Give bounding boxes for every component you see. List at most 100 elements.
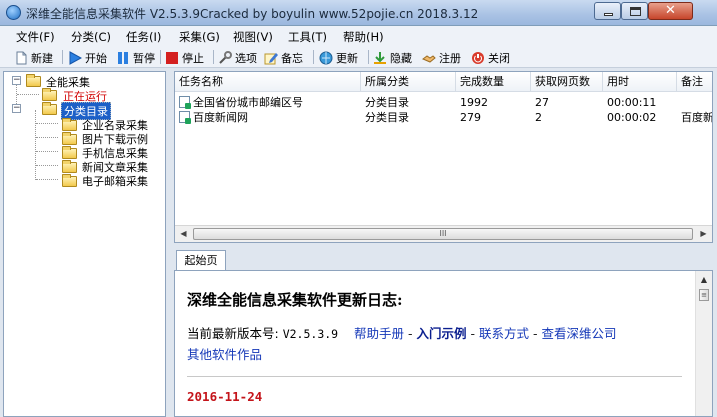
toolbar-separator	[160, 50, 161, 64]
tree-collapse-toggle[interactable]: −	[12, 76, 21, 85]
toolbar-separator	[62, 50, 63, 64]
maximize-icon	[630, 7, 641, 16]
menu-tools[interactable]: 工具(T)	[288, 29, 327, 45]
tree-connector	[36, 123, 58, 124]
task-pages-cell: 2	[535, 111, 542, 124]
tree-connector	[36, 151, 58, 152]
tree-connector	[35, 110, 36, 180]
folder-icon	[62, 132, 77, 145]
close-window-button[interactable]: ✕	[648, 2, 693, 20]
update-label: 更新	[336, 51, 358, 65]
minimize-button[interactable]	[594, 2, 621, 20]
task-category-cell: 分类目录	[365, 96, 409, 109]
task-done-cell: 279	[460, 111, 481, 124]
play-icon	[68, 50, 83, 65]
divider	[187, 376, 682, 377]
toolbar-separator	[313, 50, 314, 64]
scroll-thumb[interactable]: III	[193, 228, 693, 240]
task-table: 任务名称 所属分类 完成数量 获取网页数 用时 备注 全国省份城市邮编区号 分类…	[174, 71, 713, 243]
column-header-note[interactable]: 备注	[677, 72, 712, 92]
start-label: 开始	[85, 51, 107, 65]
pause-label: 暂停	[133, 51, 155, 65]
scroll-thumb[interactable]: ≡	[699, 289, 709, 301]
start-button[interactable]: 开始	[68, 49, 107, 66]
menu-help[interactable]: 帮助(H)	[343, 29, 384, 45]
hide-download-icon	[373, 51, 387, 65]
help-manual-link[interactable]: 帮助手册	[354, 326, 404, 341]
app-logo-icon	[6, 5, 21, 20]
start-page-content: 深维全能信息采集软件更新日志: 当前最新版本号: V2.5.3.9 帮助手册 -…	[174, 270, 713, 417]
scroll-left-icon[interactable]: ◀	[175, 226, 192, 242]
close-app-button[interactable]: 关闭	[471, 49, 510, 66]
stop-label: 停止	[182, 51, 204, 65]
register-label: 注册	[439, 51, 461, 65]
task-name-cell: 全国省份城市邮编区号	[193, 96, 303, 109]
task-pages-cell: 27	[535, 96, 549, 109]
task-category-cell: 分类目录	[365, 111, 409, 124]
tree-item-child[interactable]: 电子邮箱采集	[82, 173, 148, 189]
tree-connector	[36, 137, 58, 138]
contact-link[interactable]: 联系方式	[479, 326, 529, 341]
menu-view[interactable]: 视图(V)	[233, 29, 273, 45]
tree-collapse-toggle[interactable]: −	[12, 104, 21, 113]
update-globe-icon	[319, 51, 333, 65]
task-note-cell	[677, 95, 712, 110]
toolbar: 新建 开始 暂停 停止 选项 备忘 更新 隐藏 注册 关闭	[0, 46, 717, 68]
menu-bar: 文件(F) 分类(C) 任务(I) 采集(G) 视图(V) 工具(T) 帮助(H…	[0, 26, 717, 46]
power-icon	[471, 51, 485, 65]
intro-example-link[interactable]: 入门示例	[417, 326, 467, 341]
task-name-cell: 百度新闻网	[193, 111, 248, 124]
task-time-cell: 00:00:11	[607, 96, 657, 109]
menu-file[interactable]: 文件(F)	[16, 29, 55, 45]
scroll-up-icon[interactable]: ▲	[696, 275, 712, 284]
link-separator: -	[533, 326, 538, 341]
new-button[interactable]: 新建	[14, 49, 53, 66]
link-separator: -	[408, 326, 413, 341]
pause-icon	[116, 51, 130, 65]
horizontal-scrollbar[interactable]: ◀ III ▶	[175, 225, 712, 242]
tree-connector	[36, 165, 58, 166]
column-header-category[interactable]: 所属分类	[361, 72, 456, 92]
column-header-time[interactable]: 用时	[603, 72, 677, 92]
task-time-cell: 00:00:02	[607, 111, 657, 124]
toolbar-separator	[213, 50, 214, 64]
column-header-task-name[interactable]: 任务名称	[175, 72, 361, 92]
version-prefix: 当前最新版本号:	[187, 326, 279, 341]
tab-start-page[interactable]: 起始页	[176, 250, 226, 271]
pause-button[interactable]: 暂停	[116, 49, 155, 66]
maximize-button[interactable]	[621, 2, 648, 20]
options-button[interactable]: 选项	[218, 49, 257, 66]
column-header-done[interactable]: 完成数量	[456, 72, 531, 92]
menu-collect[interactable]: 采集(G)	[179, 29, 220, 45]
scroll-right-icon[interactable]: ▶	[695, 226, 712, 242]
menu-task[interactable]: 任务(I)	[126, 29, 161, 45]
update-button[interactable]: 更新	[319, 49, 358, 66]
vertical-scrollbar[interactable]: ▲ ≡	[695, 271, 712, 416]
other-software-link[interactable]: 其他软件作品	[187, 344, 262, 363]
minimize-icon	[604, 13, 613, 16]
close-app-label: 关闭	[488, 51, 510, 65]
version-line: 当前最新版本号: V2.5.3.9 帮助手册 - 入门示例 - 联系方式 - 查…	[187, 323, 617, 342]
changelog-title: 深维全能信息采集软件更新日志:	[187, 291, 403, 309]
task-note-cell: 百度新	[681, 111, 713, 124]
folder-icon	[62, 118, 77, 131]
stop-button[interactable]: 停止	[165, 49, 204, 66]
tree-connector	[36, 179, 58, 180]
hide-button[interactable]: 隐藏	[373, 49, 412, 66]
memo-pencil-icon	[264, 51, 278, 65]
folder-icon	[62, 146, 77, 159]
folder-icon	[26, 74, 41, 87]
column-header-pages[interactable]: 获取网页数	[531, 72, 603, 92]
company-link[interactable]: 查看深维公司	[542, 326, 617, 341]
category-tree: − 全能采集 正在运行 − 分类目录 企业名录采集 图片下载示例 手机信息采集 …	[3, 71, 166, 417]
menu-category[interactable]: 分类(C)	[71, 29, 111, 45]
changelog-date: 2016-11-24	[187, 389, 263, 404]
folder-icon	[62, 174, 77, 187]
title-bar: 深维全能信息采集软件 V2.5.3.9Cracked by boyulin ww…	[0, 0, 717, 26]
register-button[interactable]: 注册	[422, 49, 461, 66]
toolbar-separator	[368, 50, 369, 64]
task-done-cell: 1992	[460, 96, 488, 109]
tree-connector	[17, 94, 39, 95]
new-label: 新建	[31, 51, 53, 65]
memo-button[interactable]: 备忘	[264, 49, 303, 66]
